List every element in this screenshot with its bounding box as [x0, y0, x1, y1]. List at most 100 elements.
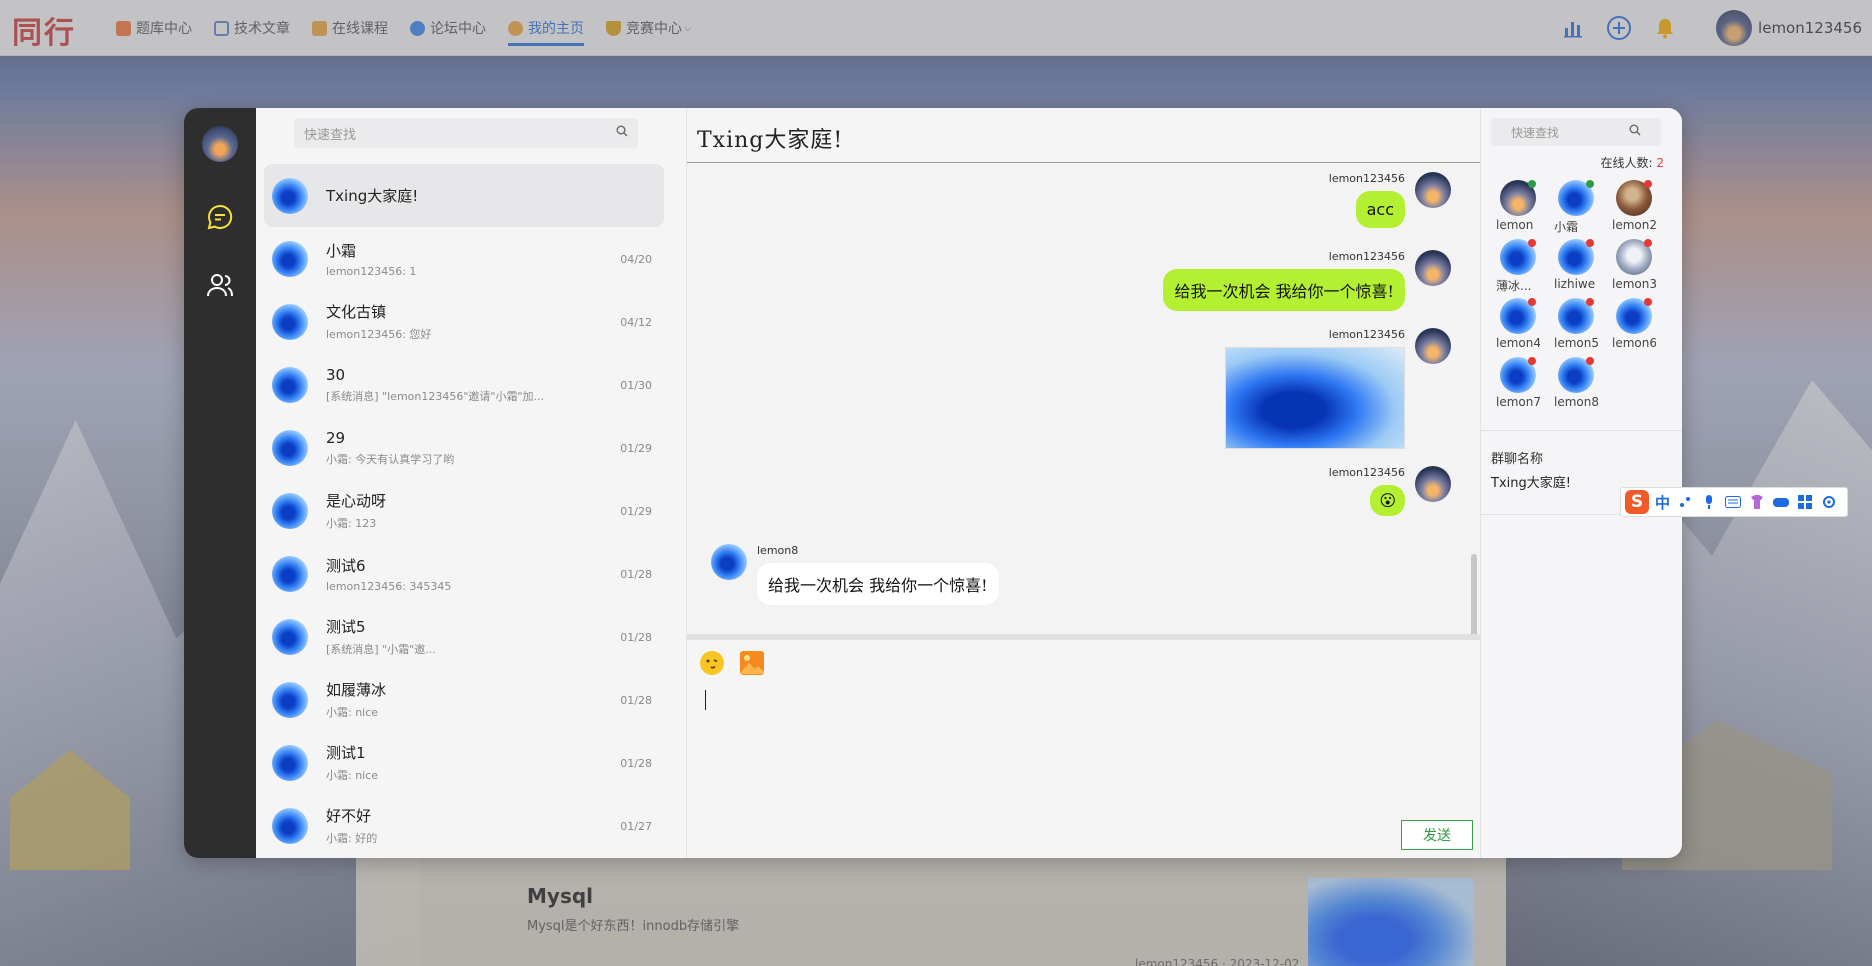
conversation-list: Txing大家庭! 小霜 lemon123456: 1 04/20 文化古镇 lem…: [264, 164, 664, 857]
member-search-input[interactable]: 快速查找: [1511, 124, 1629, 141]
search-icon[interactable]: [1629, 124, 1641, 140]
conversation-item[interactable]: 小霜 lemon123456: 1 04/20: [264, 227, 664, 290]
member-avatar: [1558, 357, 1594, 393]
message-image[interactable]: [1225, 347, 1405, 449]
message-bubble[interactable]: acc: [1355, 191, 1405, 228]
chat-header-divider: [687, 162, 1481, 163]
contacts-icon[interactable]: [206, 271, 234, 299]
game-icon[interactable]: [1772, 495, 1790, 509]
search-icon[interactable]: [616, 125, 628, 141]
member-avatar: [1558, 180, 1594, 216]
conversation-item[interactable]: 是心动呀 小霜: 123 01/29: [264, 479, 664, 542]
message-sender: lemon123456: [1328, 466, 1405, 479]
conversation-preview: [系统消息] "小霜"邀...: [326, 643, 436, 656]
online-label: 在线人数:: [1600, 156, 1653, 170]
conversation-name: 好不好: [326, 807, 372, 825]
message-emoji[interactable]: 😮: [1370, 485, 1405, 516]
online-number: 2: [1656, 156, 1664, 170]
text-caret: [705, 690, 706, 710]
member-item[interactable]: 小霜: [1547, 180, 1605, 239]
status-dot: [1644, 298, 1652, 306]
member-item[interactable]: lemon6: [1605, 298, 1663, 357]
conversation-item[interactable]: Txing大家庭!: [264, 164, 664, 227]
sender-avatar[interactable]: [1415, 172, 1451, 208]
message-bubble[interactable]: 给我一次机会 我给你一个惊喜!: [757, 563, 999, 605]
message-bubble[interactable]: 给我一次机会 我给你一个惊喜!: [1163, 269, 1405, 311]
member-panel: 快速查找 在线人数: 2 lemon 小霜 lemon2 薄冰... lizhi…: [1480, 108, 1682, 858]
conversation-item[interactable]: 30 [系统消息] "lemon123456"邀请"小霜"加... 01/30: [264, 353, 664, 416]
conversation-item[interactable]: 测试5 [系统消息] "小霜"邀... 01/28: [264, 605, 664, 668]
member-item[interactable]: lemon4: [1489, 298, 1547, 357]
message-sender: lemon123456: [1328, 328, 1405, 341]
conversation-name: 测试5: [326, 618, 366, 636]
sender-avatar[interactable]: [1415, 328, 1451, 364]
conversation-avatar: [272, 177, 308, 214]
status-dot: [1586, 357, 1594, 365]
image-icon[interactable]: [739, 650, 765, 676]
message-sender: lemon123456: [1328, 250, 1405, 263]
message: lemon8 给我一次机会 我给你一个惊喜!: [711, 544, 999, 605]
conversation-preview: 小霜: 今天有认真学习了哟: [326, 452, 455, 466]
microphone-icon[interactable]: [1700, 495, 1718, 509]
status-dot: [1528, 180, 1536, 188]
conversation-date: 01/30: [620, 379, 652, 392]
conversation-search[interactable]: 快速查找: [294, 118, 638, 148]
chat-bubble-icon[interactable]: [206, 203, 234, 231]
status-dot: [1586, 239, 1594, 247]
emoji-icon[interactable]: [699, 650, 725, 676]
member-item[interactable]: 薄冰...: [1489, 239, 1547, 298]
conversation-preview: 小霜: nice: [326, 706, 379, 719]
conversation-preview: [系统消息] "lemon123456"邀请"小霜"加...: [326, 389, 545, 403]
member-avatar: [1500, 357, 1536, 393]
conversation-item[interactable]: 测试6 lemon123456: 345345 01/28: [264, 542, 664, 605]
member-item[interactable]: lemon3: [1605, 239, 1663, 298]
member-name: 薄冰...: [1496, 279, 1532, 293]
ime-logo-icon[interactable]: S: [1625, 490, 1649, 514]
conversation-item[interactable]: 如履薄冰 小霜: nice 01/28: [264, 668, 664, 731]
conversation-preview: 小霜: nice: [326, 769, 379, 782]
sender-avatar[interactable]: [711, 544, 747, 580]
conversation-name: 测试6: [326, 556, 366, 575]
conversation-date: 01/28: [620, 757, 652, 770]
conversation-item[interactable]: 测试1 小霜: nice 01/28: [264, 731, 664, 794]
conversation-item[interactable]: 29 小霜: 今天有认真学习了哟 01/29: [264, 416, 664, 479]
conversation-date: 04/12: [620, 316, 652, 329]
conversation-search-input[interactable]: 快速查找: [304, 124, 616, 143]
group-name-label: 群聊名称: [1491, 452, 1544, 467]
toolbox-icon[interactable]: [1796, 495, 1814, 509]
member-avatar: [1500, 239, 1536, 275]
message-list: lemon123456 acc lemon123456 给我一次机会 我给你一个…: [687, 164, 1481, 679]
member-avatar: [1558, 298, 1594, 334]
send-button[interactable]: 发送: [1401, 820, 1473, 850]
conversation-date: 01/29: [620, 442, 652, 455]
member-item[interactable]: lemon: [1489, 180, 1547, 239]
conversation-name: 29: [326, 428, 346, 447]
member-item[interactable]: lemon5: [1547, 298, 1605, 357]
conversation-date: 01/27: [620, 820, 652, 833]
member-item[interactable]: lemon8: [1547, 357, 1605, 416]
conversation-item[interactable]: 文化古镇 lemon123456: 您好 04/12: [264, 290, 664, 353]
message-composer[interactable]: 发送: [687, 640, 1481, 858]
member-avatar: [1500, 298, 1536, 334]
sender-avatar[interactable]: [1415, 466, 1451, 502]
conversation-preview: lemon123456: 您好: [326, 328, 432, 341]
message: lemon123456 给我一次机会 我给你一个惊喜!: [1163, 250, 1451, 311]
my-avatar[interactable]: [202, 126, 238, 162]
status-dot: [1586, 180, 1594, 188]
member-item[interactable]: lemon2: [1605, 180, 1663, 239]
conversation-list-panel: 快速查找 Txing大家庭! 小霜 lemon123456: 1 04/20 文化…: [256, 108, 742, 858]
skin-icon[interactable]: [1748, 495, 1766, 509]
ime-toolbar[interactable]: S 中: [1620, 487, 1848, 517]
keyboard-icon[interactable]: [1724, 495, 1742, 509]
punctuation-icon[interactable]: [1676, 495, 1694, 509]
settings-icon[interactable]: [1820, 495, 1838, 509]
conversation-avatar: [272, 555, 308, 592]
sender-avatar[interactable]: [1415, 250, 1451, 286]
member-grid: lemon 小霜 lemon2 薄冰... lizhiwe lemon3 lem…: [1489, 180, 1679, 416]
member-search[interactable]: 快速查找: [1491, 118, 1661, 146]
status-dot: [1528, 239, 1536, 247]
conversation-item[interactable]: 好不好 小霜: 好的 01/27: [264, 794, 664, 857]
ime-language-toggle[interactable]: 中: [1655, 492, 1670, 513]
member-item[interactable]: lemon7: [1489, 357, 1547, 416]
member-item[interactable]: lizhiwe: [1547, 239, 1605, 298]
